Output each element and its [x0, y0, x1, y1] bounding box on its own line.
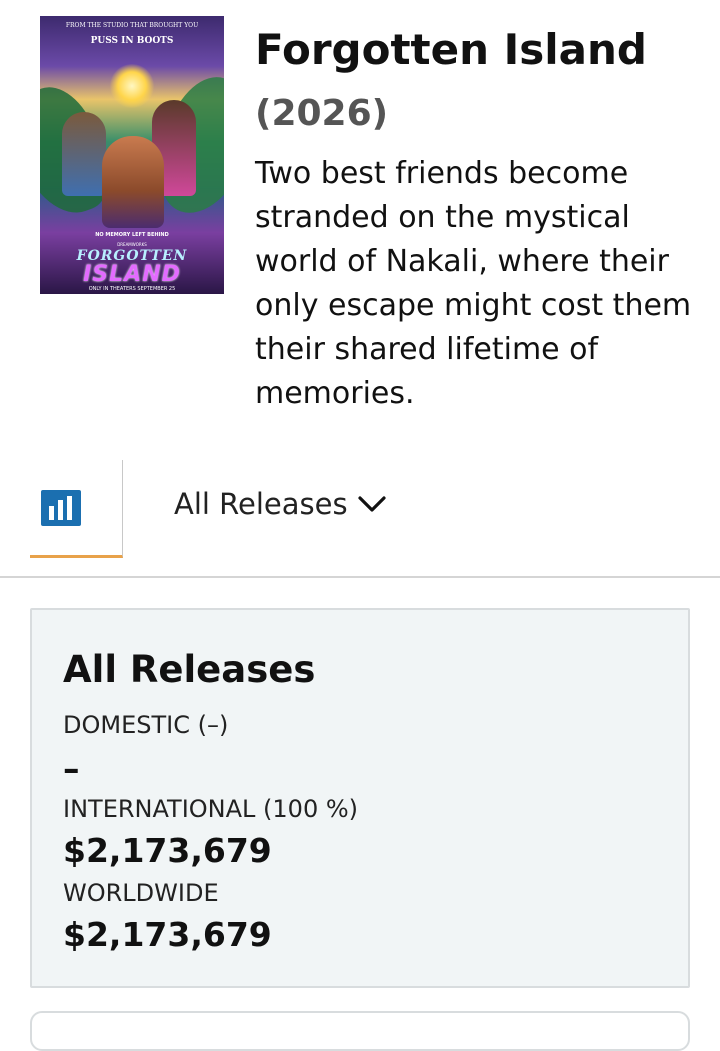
chevron-down-icon	[357, 496, 386, 512]
section-divider	[0, 576, 720, 578]
international-label: INTERNATIONAL (100 %)	[63, 795, 359, 823]
poster-top-line: FROM THE STUDIO THAT BROUGHT YOU	[65, 22, 199, 29]
movie-year: (2026)	[255, 93, 389, 134]
chart-tab[interactable]	[30, 460, 123, 558]
poster-top-brand: PUSS IN BOOTS	[90, 36, 174, 46]
domestic-label: DOMESTIC (–)	[63, 711, 229, 739]
release-selector[interactable]: All Releases	[174, 484, 386, 524]
release-selector-label: All Releases	[174, 487, 348, 521]
domestic-value: –	[63, 749, 80, 788]
worldwide-value: $2,173,679	[63, 915, 272, 954]
poster-character-left	[62, 112, 106, 196]
poster-sun	[110, 64, 154, 108]
poster-tagline: NO MEMORY LEFT BEHIND	[95, 232, 169, 238]
poster-character-center	[102, 136, 164, 228]
poster-studio: DREAMWORKS	[117, 242, 147, 247]
poster-title-line2: ISLAND	[83, 262, 181, 287]
movie-synopsis: Two best friends become stranded on the …	[255, 156, 692, 411]
next-section-card	[30, 1011, 690, 1051]
bar-chart-icon	[41, 490, 81, 526]
movie-title: Forgotten Island	[255, 25, 647, 74]
summary-title: All Releases	[63, 648, 316, 691]
international-value: $2,173,679	[63, 831, 272, 870]
poster-release-line: ONLY IN THEATERS SEPTEMBER 25	[88, 286, 176, 292]
worldwide-label: WORLDWIDE	[63, 879, 219, 907]
movie-poster[interactable]: FROM THE STUDIO THAT BROUGHT YOU PUSS IN…	[40, 16, 224, 294]
box-office-summary-card: All Releases DOMESTIC (–) – INTERNATIONA…	[30, 608, 690, 988]
